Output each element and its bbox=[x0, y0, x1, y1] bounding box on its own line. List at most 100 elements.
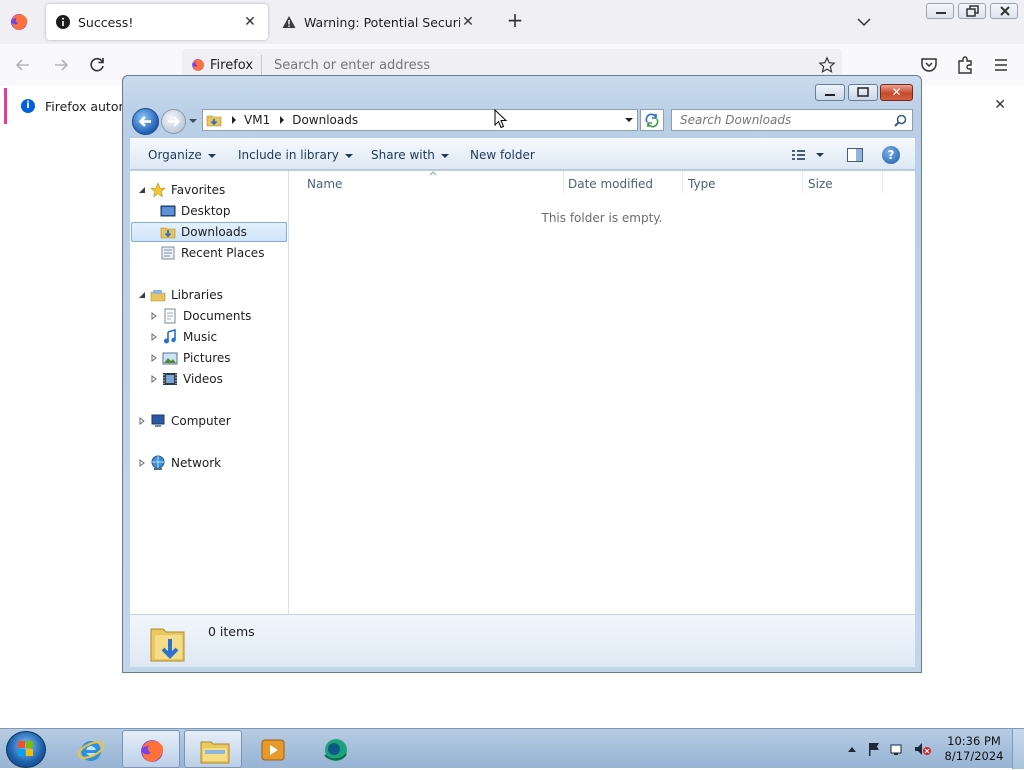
search-input[interactable] bbox=[678, 112, 883, 128]
nav-libraries[interactable]: Libraries bbox=[138, 285, 223, 305]
tab-title: Success! bbox=[78, 14, 134, 30]
collapsed-triangle-icon[interactable] bbox=[150, 333, 158, 341]
explorer-window: ✕ VM1 Downloads Organize Include in libr… bbox=[122, 75, 922, 673]
nav-desktop[interactable]: Desktop bbox=[160, 201, 231, 221]
nav-computer[interactable]: Computer bbox=[138, 411, 231, 431]
firefox-logo-icon bbox=[141, 740, 164, 762]
search-icon[interactable] bbox=[894, 114, 907, 127]
firefox-identity-badge[interactable]: Firefox bbox=[182, 57, 261, 73]
nav-computer-label: Computer bbox=[171, 414, 231, 428]
share-with-label: Share with bbox=[371, 148, 435, 162]
nav-recent-places[interactable]: Recent Places bbox=[160, 243, 264, 263]
pocket-icon[interactable] bbox=[918, 54, 940, 76]
nav-documents[interactable]: Documents bbox=[150, 306, 251, 326]
tab-warning[interactable]: Warning: Potential Security Risk Ahead ✕ bbox=[272, 4, 486, 40]
column-divider[interactable] bbox=[802, 171, 803, 193]
explorer-minimize-button[interactable] bbox=[815, 84, 845, 101]
window-restore-button[interactable] bbox=[958, 3, 986, 19]
tab-success[interactable]: Success! ✕ bbox=[46, 4, 268, 40]
desktop-icon bbox=[160, 205, 176, 217]
firefox-logo-icon[interactable] bbox=[8, 11, 30, 33]
new-folder-label: New folder bbox=[470, 148, 535, 162]
chevron-down-icon bbox=[344, 153, 353, 158]
start-button[interactable] bbox=[6, 731, 46, 768]
column-divider[interactable] bbox=[682, 171, 683, 193]
change-view-icon[interactable] bbox=[790, 147, 830, 163]
reload-icon[interactable] bbox=[86, 54, 108, 76]
back-button[interactable] bbox=[132, 108, 159, 135]
show-desktop-button[interactable] bbox=[1012, 729, 1024, 769]
breadcrumb-arrow-icon[interactable] bbox=[230, 115, 238, 125]
system-tray[interactable] bbox=[845, 741, 935, 757]
taskbar-windows-explorer[interactable] bbox=[184, 730, 242, 768]
address-input[interactable] bbox=[272, 56, 818, 74]
address-bar[interactable]: VM1 Downloads bbox=[202, 109, 638, 131]
organize-button[interactable]: Organize bbox=[148, 148, 216, 162]
column-header-type[interactable]: Type bbox=[688, 177, 716, 191]
file-list[interactable]: Name Date modified Type Size This folder… bbox=[289, 171, 915, 614]
firefox-logo-icon bbox=[192, 59, 204, 71]
new-folder-button[interactable]: New folder bbox=[470, 148, 535, 162]
nav-videos-label: Videos bbox=[183, 372, 223, 386]
nav-downloads[interactable]: Downloads bbox=[131, 222, 287, 242]
empty-folder-message: This folder is empty. bbox=[541, 211, 663, 225]
app-globe-icon bbox=[324, 739, 347, 761]
chevron-down-icon[interactable] bbox=[854, 12, 874, 32]
breadcrumb-arrow-icon[interactable] bbox=[278, 115, 286, 125]
navigation-pane: Favorites Desktop Downloads Recent Place… bbox=[130, 171, 289, 614]
collapsed-triangle-icon[interactable] bbox=[150, 375, 158, 383]
preview-pane-icon[interactable] bbox=[846, 146, 864, 164]
explorer-close-button[interactable]: ✕ bbox=[880, 84, 913, 101]
new-tab-button[interactable]: + bbox=[504, 10, 526, 32]
firefox-badge-label: Firefox bbox=[210, 57, 254, 73]
back-arrow-icon[interactable] bbox=[12, 54, 34, 76]
share-with-button[interactable]: Share with bbox=[371, 148, 449, 162]
column-header-date-modified[interactable]: Date modified bbox=[568, 177, 653, 191]
help-icon[interactable]: ? bbox=[882, 146, 900, 164]
collapsed-triangle-icon[interactable] bbox=[138, 459, 146, 467]
column-header-size[interactable]: Size bbox=[808, 177, 833, 191]
column-header-name[interactable]: Name bbox=[307, 177, 342, 191]
bookmark-star-icon[interactable] bbox=[818, 56, 836, 74]
system-clock[interactable]: 10:36 PM 8/17/2024 bbox=[944, 734, 1004, 764]
tab-close-icon[interactable]: ✕ bbox=[460, 14, 476, 30]
collapsed-triangle-icon[interactable] bbox=[150, 312, 158, 320]
collapsed-triangle-icon[interactable] bbox=[150, 354, 158, 362]
window-close-button[interactable] bbox=[990, 3, 1018, 19]
close-icon[interactable]: ✕ bbox=[994, 97, 1006, 113]
taskbar-firefox[interactable] bbox=[122, 730, 180, 768]
nav-favorites-label: Favorites bbox=[171, 183, 226, 197]
taskbar-internet-explorer[interactable] bbox=[62, 730, 120, 768]
include-in-library-button[interactable]: Include in library bbox=[238, 148, 353, 162]
nav-music[interactable]: Music bbox=[150, 327, 217, 347]
nav-pictures[interactable]: Pictures bbox=[150, 348, 231, 368]
explorer-maximize-button[interactable] bbox=[848, 84, 878, 101]
internet-explorer-icon bbox=[77, 741, 105, 761]
breadcrumb-vm1[interactable]: VM1 bbox=[244, 113, 270, 127]
window-minimize-button[interactable] bbox=[926, 3, 954, 19]
extensions-icon[interactable] bbox=[954, 54, 976, 76]
collapsed-triangle-icon[interactable] bbox=[138, 417, 146, 425]
nav-favorites[interactable]: Favorites bbox=[138, 180, 225, 200]
taskbar-media-player[interactable] bbox=[244, 730, 302, 768]
star-icon bbox=[150, 182, 166, 198]
tab-close-icon[interactable]: ✕ bbox=[242, 14, 258, 30]
expanded-triangle-icon[interactable] bbox=[138, 186, 146, 194]
breadcrumb-downloads[interactable]: Downloads bbox=[292, 113, 358, 127]
column-divider[interactable] bbox=[882, 171, 883, 193]
search-box[interactable] bbox=[671, 109, 913, 131]
nav-desktop-label: Desktop bbox=[181, 204, 231, 218]
taskbar-app[interactable] bbox=[306, 730, 364, 768]
libraries-icon bbox=[150, 290, 166, 302]
nav-music-label: Music bbox=[183, 330, 218, 344]
expanded-triangle-icon[interactable] bbox=[138, 291, 146, 299]
chevron-down-icon[interactable] bbox=[624, 115, 634, 125]
recent-pages-chevron-icon[interactable] bbox=[188, 116, 198, 126]
forward-button[interactable] bbox=[161, 109, 186, 134]
refresh-button[interactable] bbox=[640, 109, 664, 131]
hamburger-menu-icon[interactable] bbox=[990, 54, 1012, 76]
nav-network[interactable]: Network bbox=[138, 453, 221, 473]
nav-videos[interactable]: Videos bbox=[150, 369, 223, 389]
column-divider[interactable] bbox=[563, 171, 564, 193]
forward-arrow-icon[interactable] bbox=[50, 54, 72, 76]
